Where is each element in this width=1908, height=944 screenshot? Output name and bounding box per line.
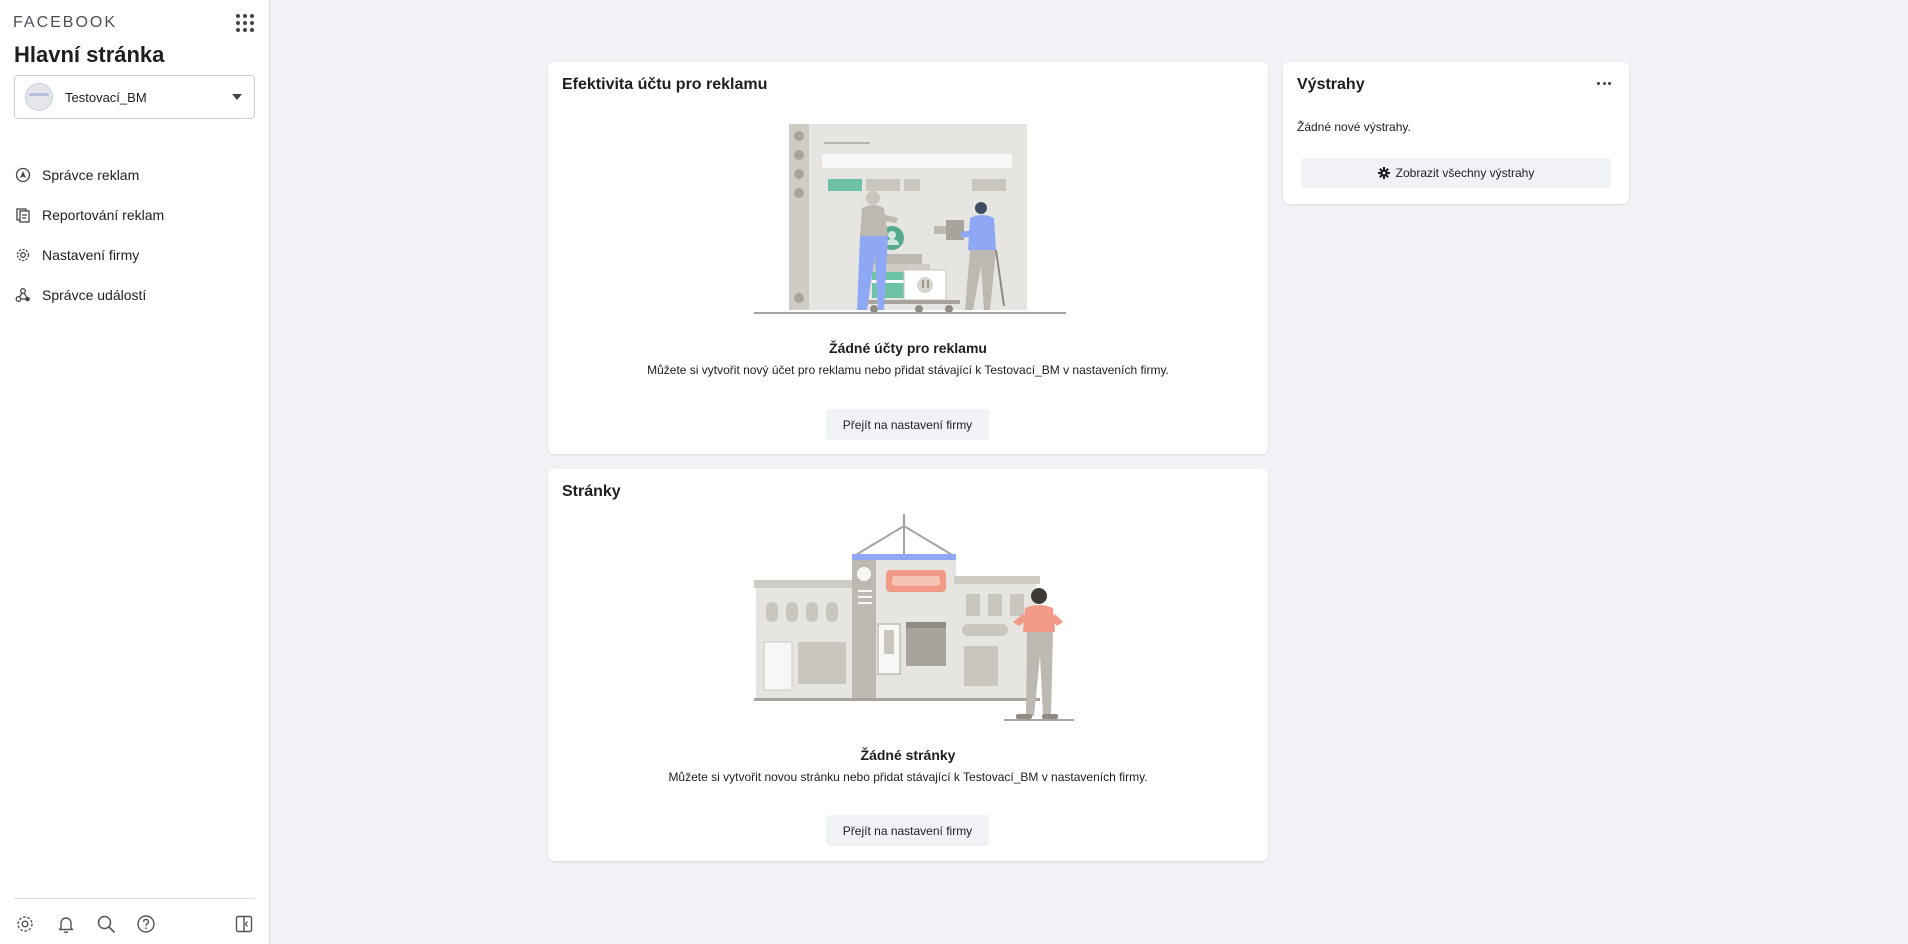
help-icon[interactable] <box>135 913 157 935</box>
account-avatar <box>25 83 53 111</box>
search-icon[interactable] <box>95 913 117 935</box>
sidebar-divider <box>14 898 255 899</box>
sidebar-bottom-toolbar <box>14 913 255 935</box>
more-options-icon[interactable] <box>1597 82 1611 86</box>
card-title: Výstrahy <box>1297 76 1365 93</box>
sidebar-item-label: Nastavení firmy <box>42 247 140 263</box>
empty-state-heading: Žádné účty pro reklamu <box>829 340 987 356</box>
empty-state-description: Můžete si vytvořit nový účet pro reklamu… <box>647 363 1169 377</box>
settings-icon[interactable] <box>14 913 36 935</box>
empty-state-heading: Žádné stránky <box>860 747 956 763</box>
alerts-card: Výstrahy Žádné nové výstrahy. Zobrazit v… <box>1283 62 1629 204</box>
account-selector[interactable]: Testovací_BM <box>14 75 255 119</box>
sidebar-item-label: Správce událostí <box>42 287 147 303</box>
settings-gear-icon <box>14 246 32 264</box>
gear-icon <box>1377 167 1390 179</box>
ads-manager-icon <box>14 166 32 184</box>
sidebar-item-ads-reporting[interactable]: Reportování reklam <box>14 195 254 235</box>
sidebar-item-label: Správce reklam <box>42 167 140 183</box>
account-name: Testovací_BM <box>65 89 147 105</box>
ad-accounts-empty-illustration <box>754 124 1066 314</box>
ad-accounts-card: Efektivita účtu pro reklamu Žádné účty p… <box>548 62 1268 454</box>
card-title: Stránky <box>562 483 621 500</box>
sidebar: FACEBOOK Hlavní stránka Testovací_BM Spr… <box>0 0 270 944</box>
collapse-sidebar-icon[interactable] <box>233 913 255 935</box>
events-manager-icon <box>14 286 32 304</box>
apps-grid-icon[interactable] <box>236 14 254 32</box>
card-title: Efektivita účtu pro reklamu <box>562 76 768 93</box>
alerts-empty-text: Žádné nové výstrahy. <box>1297 120 1411 134</box>
ads-reporting-icon <box>14 206 32 224</box>
go-to-business-settings-button[interactable]: Přejít na nastavení firmy <box>826 409 989 440</box>
sidebar-item-label: Reportování reklam <box>42 207 165 223</box>
pages-empty-illustration <box>754 514 1074 721</box>
facebook-brand: FACEBOOK <box>13 14 118 31</box>
view-all-alerts-button[interactable]: Zobrazit všechny výstrahy <box>1301 158 1611 188</box>
pages-card: Stránky Žádné stránky Můžete si vytvořit… <box>548 469 1268 861</box>
go-to-business-settings-button[interactable]: Přejít na nastavení firmy <box>826 815 989 846</box>
page-title: Hlavní stránka <box>14 42 165 67</box>
sidebar-item-events-manager[interactable]: Správce událostí <box>14 275 254 315</box>
sidebar-item-business-settings[interactable]: Nastavení firmy <box>14 235 254 275</box>
notifications-bell-icon[interactable] <box>55 913 77 935</box>
sidebar-item-ads-manager[interactable]: Správce reklam <box>14 155 254 195</box>
sidebar-nav: Správce reklam Reportování reklam Nastav… <box>14 155 254 315</box>
empty-state-description: Můžete si vytvořit novou stránku nebo př… <box>668 770 1148 784</box>
chevron-down-icon <box>232 94 242 100</box>
view-all-alerts-label: Zobrazit všechny výstrahy <box>1395 166 1535 180</box>
